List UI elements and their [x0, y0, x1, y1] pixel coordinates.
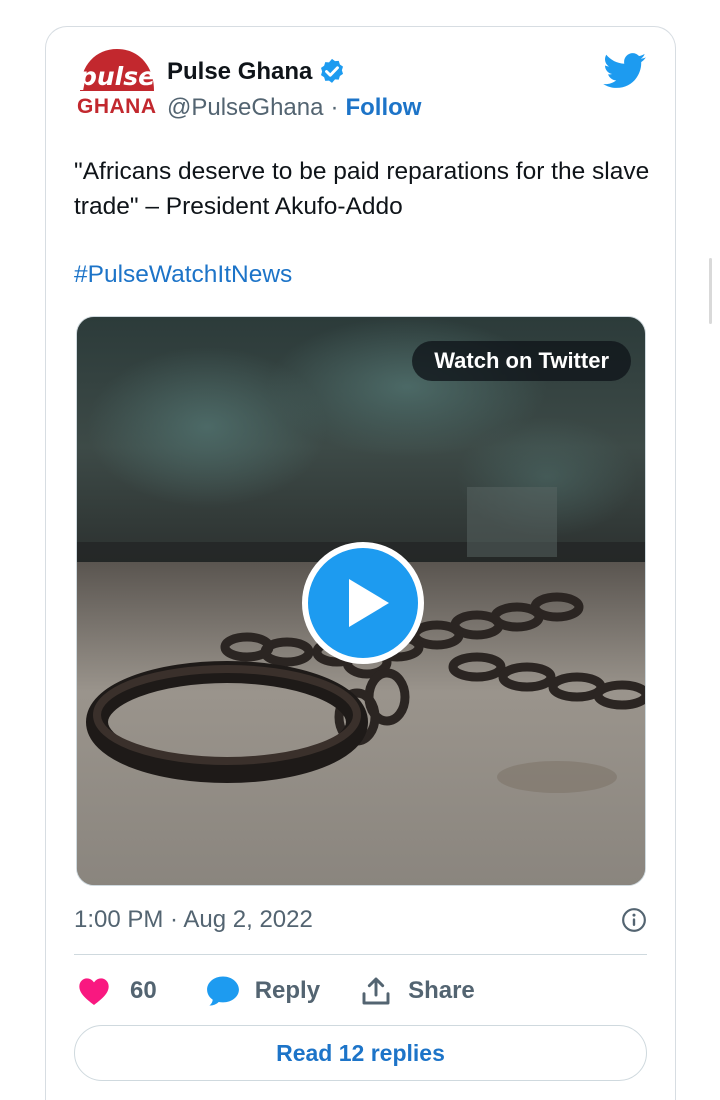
pulse-ghana-logo[interactable]: pulse GHANA	[74, 47, 160, 119]
tweet-timestamp[interactable]: 1:00 PM · Aug 2, 2022	[74, 906, 313, 934]
tweet-card: pulse GHANA Pulse Ghana @PulseGhana · Fo…	[45, 26, 676, 1100]
follow-button[interactable]: Follow	[345, 94, 421, 122]
share-button[interactable]: Share	[360, 975, 475, 1007]
tweet-actions: 60 Reply Share	[78, 973, 475, 1009]
twitter-bird-icon[interactable]	[603, 53, 647, 89]
divider	[74, 954, 647, 955]
share-icon	[362, 977, 390, 1005]
like-count: 60	[130, 977, 157, 1004]
video-thumbnail[interactable]: Watch on Twitter	[76, 316, 646, 886]
read-replies-button[interactable]: Read 12 replies	[74, 1025, 647, 1081]
scrollbar[interactable]	[709, 258, 712, 324]
like-button[interactable]: 60	[78, 976, 157, 1006]
heart-icon	[79, 978, 109, 1005]
timestamp-row: 1:00 PM · Aug 2, 2022	[74, 903, 647, 937]
tweet-text: "Africans deserve to be paid reparations…	[74, 158, 650, 220]
logo-ghana-text: GHANA	[77, 95, 157, 118]
tweet-header: pulse GHANA Pulse Ghana @PulseGhana · Fo…	[74, 47, 647, 127]
display-name[interactable]: Pulse Ghana	[167, 58, 312, 86]
verified-badge-icon	[321, 58, 344, 83]
watch-on-twitter-pill[interactable]: Watch on Twitter	[412, 341, 631, 381]
separator-dot: ·	[330, 94, 339, 121]
name-row: Pulse Ghana	[167, 57, 347, 87]
info-icon[interactable]	[621, 907, 647, 933]
pulse-logo-mark: pulse	[78, 49, 155, 91]
reply-button[interactable]: Reply	[205, 974, 320, 1008]
share-label: Share	[408, 977, 475, 1004]
reply-bubble-icon	[206, 976, 239, 1006]
reply-label: Reply	[254, 977, 321, 1004]
svg-text:pulse: pulse	[78, 62, 155, 91]
handle-row: @PulseGhana · Follow	[167, 94, 421, 122]
handle[interactable]: @PulseGhana	[167, 94, 323, 122]
hashtag-link[interactable]: #PulseWatchItNews	[74, 261, 292, 289]
play-icon[interactable]	[301, 541, 425, 665]
